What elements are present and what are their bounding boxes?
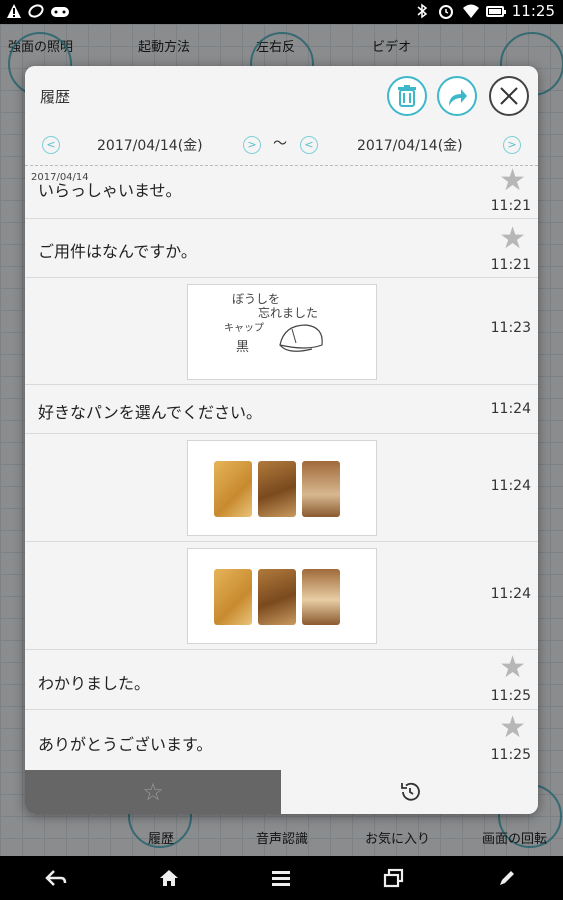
item-time: 11:24 <box>490 478 531 494</box>
list-item[interactable]: わかりました。 ★ 11:25 <box>25 650 538 710</box>
item-time: 11:24 <box>490 586 531 602</box>
list-item[interactable]: 2017/04/14 いらっしゃいませ。 ★ 11:21 <box>25 166 538 219</box>
item-time: 11:25 <box>490 747 531 763</box>
item-text: ありがとうございます。 <box>38 735 213 754</box>
star-icon[interactable]: ★ <box>499 653 526 683</box>
date-separator: 〜 <box>273 136 287 152</box>
star-icon[interactable]: ★ <box>499 224 526 254</box>
bread-photo <box>302 461 340 517</box>
item-text: わかりました。 <box>38 674 151 693</box>
battery-level <box>488 8 502 14</box>
item-text: ご用件はなんですか。 <box>38 242 197 261</box>
list-item[interactable]: 11:24 <box>25 434 538 542</box>
list-item[interactable]: ご用件はなんですか。 ★ 11:21 <box>25 219 538 278</box>
share-icon <box>449 89 467 106</box>
item-time: 11:21 <box>490 257 531 273</box>
back-icon <box>45 870 67 886</box>
bread-photo <box>302 569 340 625</box>
leaf-icon <box>28 3 44 19</box>
share-button[interactable] <box>437 76 477 116</box>
close-button[interactable] <box>489 76 529 116</box>
item-time: 11:21 <box>490 198 531 214</box>
home-button[interactable] <box>149 858 189 898</box>
list-item[interactable]: 好きなパンを選んでください。 11:24 <box>25 385 538 434</box>
item-time: 11:25 <box>490 688 531 704</box>
star-icon[interactable]: ★ <box>499 713 526 743</box>
start-date-prev-button[interactable]: < <box>42 136 60 154</box>
handwriting-line: 黒 <box>236 340 249 355</box>
bread-images <box>208 455 354 519</box>
delete-button[interactable] <box>387 76 427 116</box>
menu-icon <box>272 871 291 886</box>
start-date[interactable]: 2017/04/14(金) <box>97 135 203 155</box>
end-date[interactable]: 2017/04/14(金) <box>357 135 463 155</box>
bread-images <box>208 563 354 627</box>
home-icon <box>159 870 178 886</box>
warning-icon <box>6 3 22 19</box>
pen-button[interactable] <box>487 858 527 898</box>
end-date-next-button[interactable]: > <box>503 136 521 154</box>
bread-image <box>187 440 377 536</box>
alarm-icon <box>438 3 454 19</box>
bread-photo <box>214 461 252 517</box>
recents-button[interactable] <box>374 858 414 898</box>
date-range-row: < 2017/04/14(金) > 〜 < 2017/04/14(金) > <box>25 128 538 166</box>
dialog-header: 履歴 <box>25 66 538 128</box>
history-icon <box>400 782 420 801</box>
back-button[interactable] <box>36 858 76 898</box>
list-item[interactable]: ありがとうございます。 ★ 11:25 <box>25 710 538 770</box>
handwriting-line: キャップ <box>224 322 264 334</box>
item-time: 11:24 <box>490 401 531 417</box>
start-date-next-button[interactable]: > <box>243 136 261 154</box>
gamepad-icon <box>50 3 69 19</box>
list-item[interactable]: ぼうしを 忘れました キャップ 黒 11:23 <box>25 278 538 385</box>
bread-image <box>187 548 377 644</box>
star-icon: ☆ <box>142 778 164 806</box>
menu-button[interactable] <box>261 858 301 898</box>
handwriting-line: 忘れました <box>258 305 318 320</box>
pen-icon <box>499 871 514 885</box>
item-text: 好きなパンを選んでください。 <box>38 403 263 422</box>
star-icon[interactable]: ★ <box>499 166 526 196</box>
tab-history[interactable] <box>281 770 538 814</box>
bread-photo <box>258 461 296 517</box>
close-icon <box>500 87 518 105</box>
history-list[interactable]: 2017/04/14 いらっしゃいませ。 ★ 11:21 ご用件はなんですか。 … <box>25 166 538 770</box>
item-text: いらっしゃいませ。 <box>38 181 182 200</box>
bluetooth-icon <box>414 3 430 19</box>
battery-icon <box>485 5 506 17</box>
item-time: 11:23 <box>490 320 531 336</box>
handwriting-image: ぼうしを 忘れました キャップ 黒 <box>187 284 377 380</box>
wifi-icon <box>462 3 479 19</box>
tab-bar: ☆ <box>25 770 538 814</box>
status-bar: 11:25 <box>0 0 563 24</box>
clock: 11:25 <box>511 2 555 20</box>
tab-favorites[interactable]: ☆ <box>25 770 281 814</box>
end-date-prev-button[interactable]: < <box>300 136 318 154</box>
bread-photo <box>214 569 252 625</box>
bread-photo <box>258 569 296 625</box>
dialog-title: 履歴 <box>40 88 71 106</box>
history-dialog: 履歴 < 2017/04/14(金) > 〜 < 2017/04/14(金) >… <box>25 66 538 814</box>
trash-icon <box>398 85 416 107</box>
handwriting-line: ぼうしを <box>232 292 280 306</box>
list-item[interactable]: 11:24 <box>25 542 538 650</box>
navigation-bar <box>0 856 563 900</box>
recents-icon <box>383 868 404 888</box>
